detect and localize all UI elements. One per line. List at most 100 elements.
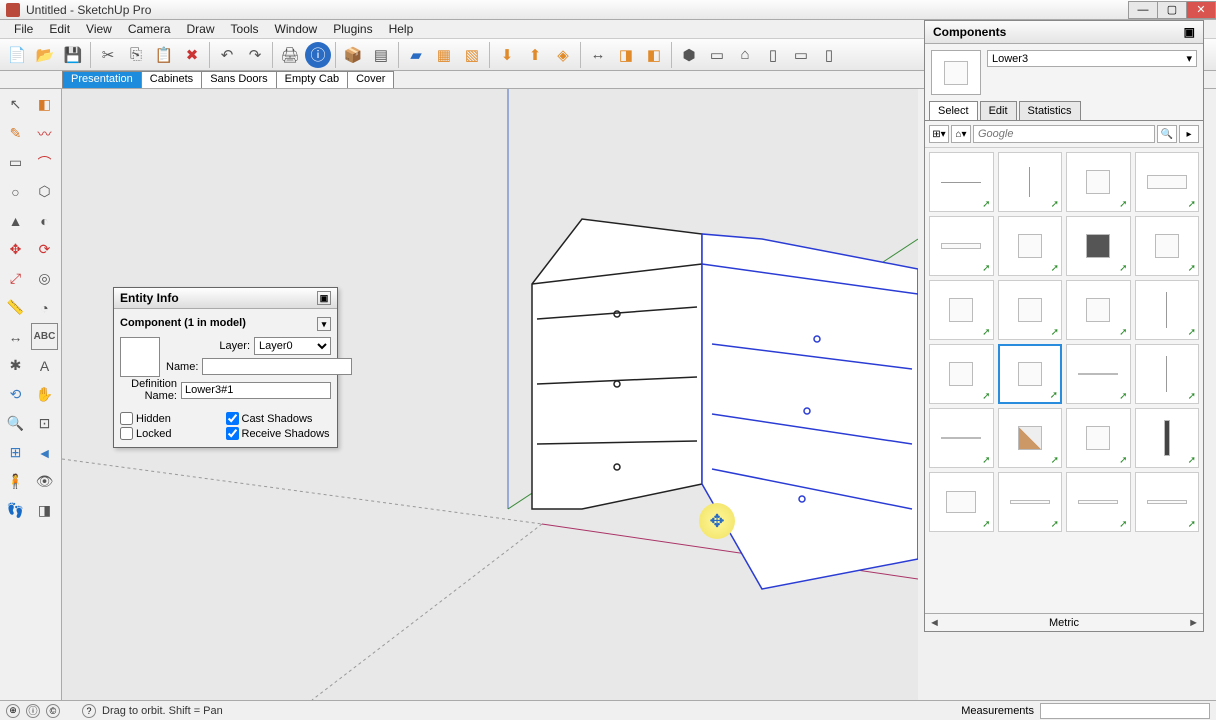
components-panel-toggle-icon[interactable]: ▣ (1184, 25, 1195, 39)
arc-tool-icon[interactable]: ⌒ (31, 149, 58, 176)
3dtext-tool-icon[interactable]: A (31, 352, 58, 379)
entity-info-dialog[interactable]: Entity Info ▣ Component (1 in model) ▾ L… (113, 287, 338, 448)
redo-icon[interactable]: ↷ (242, 42, 268, 68)
front-icon[interactable]: ⌂ (732, 42, 758, 68)
component-item[interactable]: ➚ (998, 408, 1063, 468)
paint-bucket-icon[interactable]: ▰ (403, 42, 429, 68)
entity-info-expand-icon[interactable]: ▾ (317, 317, 331, 331)
menu-draw[interactable]: Draw (179, 20, 223, 38)
selected-component-thumbnail[interactable] (931, 50, 981, 95)
followme-tool-icon[interactable]: ◐ (31, 207, 58, 234)
component-item[interactable]: ➚ (1135, 216, 1200, 276)
tape-tool-icon[interactable]: 📏 (2, 294, 29, 321)
component-item[interactable]: ➚ (1066, 408, 1131, 468)
component-item[interactable]: ➚ (998, 280, 1063, 340)
right-icon[interactable]: ▯ (760, 42, 786, 68)
component-item[interactable]: ➚ (929, 280, 994, 340)
pushpull-tool-icon[interactable]: ▲ (2, 207, 29, 234)
offset-tool-icon[interactable]: ◎ (31, 265, 58, 292)
circle-tool-icon[interactable]: ○ (2, 178, 29, 205)
status-credits-icon[interactable]: © (46, 704, 60, 718)
zoom-window-icon[interactable]: ⊡ (31, 410, 58, 437)
line-tool-icon[interactable]: ✎ (2, 120, 29, 147)
entity-info-thumbnail[interactable] (120, 337, 160, 377)
components-tab-select[interactable]: Select (929, 101, 978, 120)
top-icon[interactable]: ▭ (704, 42, 730, 68)
undo-icon[interactable]: ↶ (214, 42, 240, 68)
make-component-icon[interactable]: 📦 (340, 42, 366, 68)
components-tab-edit[interactable]: Edit (980, 101, 1017, 120)
left-icon[interactable]: ▯ (816, 42, 842, 68)
component-item[interactable]: ➚ (998, 152, 1063, 212)
component-item[interactable]: ➚ (929, 472, 994, 532)
look-around-icon[interactable]: 👁 (31, 468, 58, 495)
component-item[interactable]: ➚ (1066, 472, 1131, 532)
components-prev-icon[interactable]: ◄ (929, 617, 940, 629)
cut-icon[interactable]: ✂ (95, 42, 121, 68)
entity-info-close-icon[interactable]: ▣ (317, 291, 331, 305)
minimize-button[interactable]: — (1128, 1, 1158, 19)
previous-view-icon[interactable]: ◄ (31, 439, 58, 466)
polygon-tool-icon[interactable]: ⬡ (31, 178, 58, 205)
status-help-icon[interactable]: ? (82, 704, 96, 718)
move-tool-icon[interactable]: ✥ (2, 236, 29, 263)
protractor-tool-icon[interactable]: ◔ (31, 294, 58, 321)
component-item[interactable]: ➚ (929, 408, 994, 468)
component-item[interactable]: ➚ (929, 152, 994, 212)
print-icon[interactable]: 🖨 (277, 42, 303, 68)
search-menu-icon[interactable]: ▸ (1179, 125, 1199, 143)
menu-file[interactable]: File (6, 20, 41, 38)
iso-icon[interactable]: ⬢ (676, 42, 702, 68)
view-options-icon[interactable]: ⊞▾ (929, 125, 949, 143)
section-display-icon[interactable]: ◧ (641, 42, 667, 68)
component-item[interactable]: ➚ (1066, 280, 1131, 340)
component-item[interactable]: ➚ (1066, 152, 1131, 212)
axes-tool-icon[interactable]: ✱ (2, 352, 29, 379)
eraser-tool-icon[interactable]: ◧ (31, 91, 58, 118)
position-camera-icon[interactable]: 🧍 (2, 468, 29, 495)
search-icon[interactable]: 🔍 (1157, 125, 1177, 143)
component-item[interactable]: ➚ (1135, 408, 1200, 468)
menu-help[interactable]: Help (381, 20, 422, 38)
menu-tools[interactable]: Tools (223, 20, 267, 38)
scene-tab-cabinets[interactable]: Cabinets (141, 71, 202, 88)
dimension-tool-icon[interactable]: ↔ (2, 323, 29, 350)
components-panel[interactable]: Components ▣ Lower3 ▾ Select Edit Statis… (924, 20, 1204, 632)
status-person-icon[interactable]: ⓘ (26, 704, 40, 718)
component-item-selected[interactable]: ➚ (998, 344, 1063, 404)
model-info-icon[interactable]: ⓘ (305, 42, 331, 68)
back-icon[interactable]: ▭ (788, 42, 814, 68)
pan-tool-icon[interactable]: ✋ (31, 381, 58, 408)
menu-camera[interactable]: Camera (120, 20, 179, 38)
in-model-icon[interactable]: ⌂▾ (951, 125, 971, 143)
scale-tool-icon[interactable]: ⤢ (2, 265, 29, 292)
zoom-extents-icon[interactable]: ⊞ (2, 439, 29, 466)
orbit-tool-icon[interactable]: ⟲ (2, 381, 29, 408)
rectangle-tool-icon[interactable]: ▭ (2, 149, 29, 176)
menu-edit[interactable]: Edit (41, 20, 78, 38)
rotate-tool-icon[interactable]: ⟳ (31, 236, 58, 263)
hidden-checkbox[interactable]: Hidden (120, 411, 226, 426)
component-name-menu-icon[interactable]: ▾ (1186, 52, 1192, 65)
section-plane-icon[interactable]: ◨ (31, 497, 58, 524)
scene-tab-presentation[interactable]: Presentation (62, 71, 142, 88)
cast-shadows-checkbox[interactable]: Cast Shadows (226, 411, 332, 426)
freehand-tool-icon[interactable]: 〰 (31, 120, 58, 147)
component-item[interactable]: ➚ (1066, 344, 1131, 404)
components-next-icon[interactable]: ► (1188, 617, 1199, 629)
menu-plugins[interactable]: Plugins (325, 20, 380, 38)
component-item[interactable]: ➚ (1135, 152, 1200, 212)
new-file-icon[interactable]: 📄 (4, 42, 30, 68)
menu-window[interactable]: Window (267, 20, 326, 38)
walk-tool-icon[interactable]: 👣 (2, 497, 29, 524)
scene-tab-cover[interactable]: Cover (347, 71, 394, 88)
receive-shadows-checkbox[interactable]: Receive Shadows (226, 426, 332, 441)
text-tool-icon[interactable]: ABC (31, 323, 58, 350)
status-geo-icon[interactable]: ⊕ (6, 704, 20, 718)
component-item[interactable]: ➚ (929, 216, 994, 276)
delete-icon[interactable]: ✖ (179, 42, 205, 68)
component-item[interactable]: ➚ (998, 472, 1063, 532)
maximize-button[interactable]: ▢ (1157, 1, 1187, 19)
zoom-tool-icon[interactable]: 🔍 (2, 410, 29, 437)
component-item[interactable]: ➚ (1135, 280, 1200, 340)
